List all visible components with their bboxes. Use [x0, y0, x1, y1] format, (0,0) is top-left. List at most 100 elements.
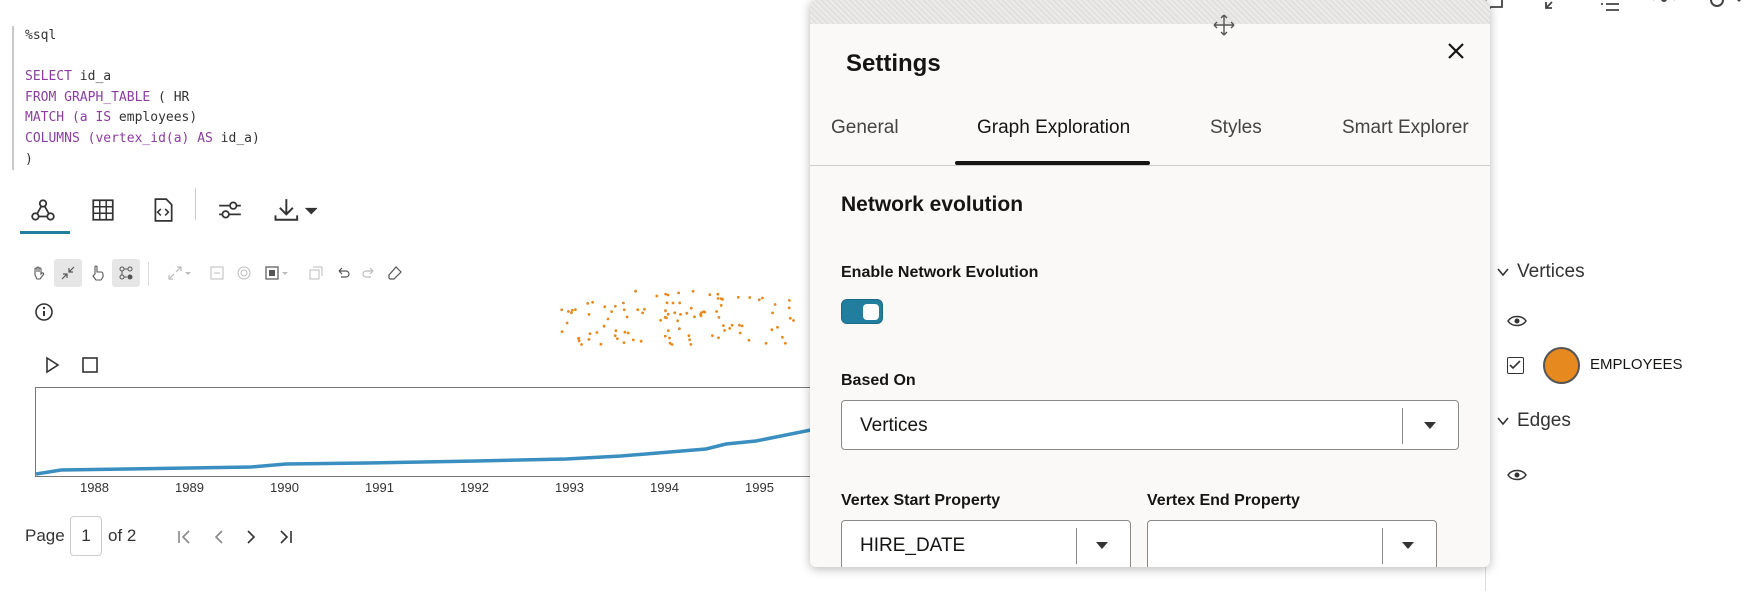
- graph-vertex[interactable]: [655, 294, 659, 298]
- employees-checkbox[interactable]: [1507, 357, 1524, 374]
- employees-color-swatch[interactable]: [1543, 347, 1580, 384]
- graph-vertex[interactable]: [577, 339, 581, 343]
- graph-vertex[interactable]: [685, 311, 689, 315]
- table-view-tab[interactable]: [78, 188, 128, 232]
- graph-vertex[interactable]: [748, 296, 752, 299]
- graph-vertex[interactable]: [693, 315, 696, 319]
- focus-tool-button[interactable]: [233, 262, 255, 284]
- dialog-drag-handle[interactable]: [810, 0, 1490, 36]
- graph-vertex[interactable]: [639, 339, 643, 343]
- graph-vertex[interactable]: [570, 311, 573, 315]
- code-view-tab[interactable]: [138, 188, 188, 232]
- graph-vertex[interactable]: [586, 302, 590, 305]
- last-page-button[interactable]: [276, 528, 294, 551]
- graph-vertex[interactable]: [636, 308, 640, 312]
- graph-vertex[interactable]: [643, 307, 646, 311]
- graph-vertex[interactable]: [659, 318, 662, 322]
- page-number-input[interactable]: 1: [70, 516, 102, 556]
- graph-vertex[interactable]: [663, 334, 667, 338]
- graph-vertex[interactable]: [781, 335, 784, 339]
- graph-vertex[interactable]: [691, 289, 695, 293]
- graph-vertex[interactable]: [689, 306, 693, 310]
- graph-vertex[interactable]: [565, 321, 569, 325]
- graph-vertex[interactable]: [717, 336, 720, 340]
- graph-vertex[interactable]: [736, 295, 740, 299]
- graph-vertex[interactable]: [721, 297, 724, 301]
- expand-tool-button[interactable]: [162, 262, 196, 284]
- graph-vertex[interactable]: [673, 311, 677, 315]
- graph-vertex[interactable]: [788, 316, 792, 320]
- graph-vertex[interactable]: [728, 327, 732, 330]
- play-button[interactable]: [42, 355, 62, 375]
- graph-vertex[interactable]: [613, 334, 617, 338]
- graph-vertex[interactable]: [631, 338, 635, 342]
- graph-vertex[interactable]: [666, 312, 670, 316]
- graph-vertex[interactable]: [677, 291, 680, 295]
- graph-vertex[interactable]: [663, 315, 667, 319]
- graph-vertex[interactable]: [761, 296, 764, 300]
- close-button[interactable]: [1441, 36, 1471, 66]
- collapse-tool-button[interactable]: [206, 262, 228, 284]
- graph-vertex[interactable]: [588, 332, 592, 335]
- graph-vertex[interactable]: [587, 313, 591, 316]
- tab-styles[interactable]: Styles: [1210, 117, 1262, 139]
- collapse-icon[interactable]: [1542, 0, 1570, 18]
- vertex-end-property-select[interactable]: [1147, 520, 1437, 567]
- list-icon[interactable]: [1598, 0, 1626, 18]
- graph-vertex[interactable]: [757, 298, 761, 302]
- frame-tool-button[interactable]: [259, 262, 293, 284]
- tab-smart-explorer[interactable]: Smart Explorer: [1342, 117, 1469, 139]
- graph-vertex[interactable]: [678, 327, 681, 331]
- graph-vertex[interactable]: [689, 343, 693, 346]
- graph-vertex[interactable]: [764, 341, 768, 345]
- graph-vertex[interactable]: [595, 331, 599, 334]
- graph-vertex[interactable]: [730, 323, 734, 327]
- graph-vertex[interactable]: [634, 289, 637, 293]
- graph-vertex[interactable]: [776, 325, 779, 329]
- graph-vertex[interactable]: [788, 299, 791, 302]
- graph-vertex[interactable]: [792, 319, 795, 322]
- graph-vertex[interactable]: [773, 303, 777, 306]
- graph-vertex[interactable]: [622, 301, 625, 305]
- graph-vertex[interactable]: [567, 310, 570, 313]
- graph-vertex[interactable]: [770, 328, 774, 332]
- graph-vertex[interactable]: [623, 330, 627, 334]
- settings-sliders-button[interactable]: [205, 188, 255, 232]
- eraser-button[interactable]: [384, 262, 406, 284]
- graph-vertex[interactable]: [664, 292, 668, 296]
- graph-vertex[interactable]: [622, 341, 626, 344]
- pan-tool-button[interactable]: [28, 262, 50, 284]
- group-tool-button[interactable]: [305, 262, 327, 284]
- graph-vertex[interactable]: [603, 305, 607, 309]
- graph-vertex[interactable]: [676, 319, 680, 323]
- graph-vertex[interactable]: [664, 309, 667, 313]
- graph-vertex[interactable]: [666, 293, 670, 297]
- graph-view-tab[interactable]: [18, 188, 68, 232]
- tab-graph-exploration[interactable]: Graph Exploration: [977, 117, 1130, 139]
- graph-vertex[interactable]: [560, 308, 564, 312]
- graph-vertex[interactable]: [679, 313, 682, 316]
- network-evolution-timeline[interactable]: [35, 387, 816, 477]
- first-page-button[interactable]: [176, 528, 194, 551]
- graph-vertex[interactable]: [722, 324, 725, 327]
- graph-vertex[interactable]: [615, 337, 619, 340]
- graph-vertex[interactable]: [560, 330, 564, 333]
- graph-vertex[interactable]: [591, 300, 594, 304]
- vertex-start-property-select[interactable]: HIRE_DATE: [841, 520, 1131, 567]
- graph-vertex[interactable]: [571, 308, 574, 312]
- edges-visibility-eye-icon[interactable]: [1507, 466, 1527, 489]
- graph-vertex[interactable]: [738, 323, 741, 327]
- graph-vertex[interactable]: [622, 308, 626, 312]
- enable-network-evolution-toggle[interactable]: [841, 299, 883, 324]
- edges-chevron-icon[interactable]: [1495, 413, 1511, 434]
- graph-vertex[interactable]: [614, 329, 618, 333]
- graph-vertex[interactable]: [577, 337, 580, 340]
- graph-vertex[interactable]: [606, 317, 610, 321]
- graph-vertex[interactable]: [687, 334, 691, 338]
- graph-canvas[interactable]: [550, 280, 810, 350]
- graph-vertex[interactable]: [747, 338, 751, 342]
- vertices-visibility-eye-icon[interactable]: [1507, 312, 1527, 335]
- graph-vertex[interactable]: [641, 311, 644, 315]
- graph-vertex[interactable]: [574, 308, 577, 311]
- graph-vertex[interactable]: [613, 304, 617, 308]
